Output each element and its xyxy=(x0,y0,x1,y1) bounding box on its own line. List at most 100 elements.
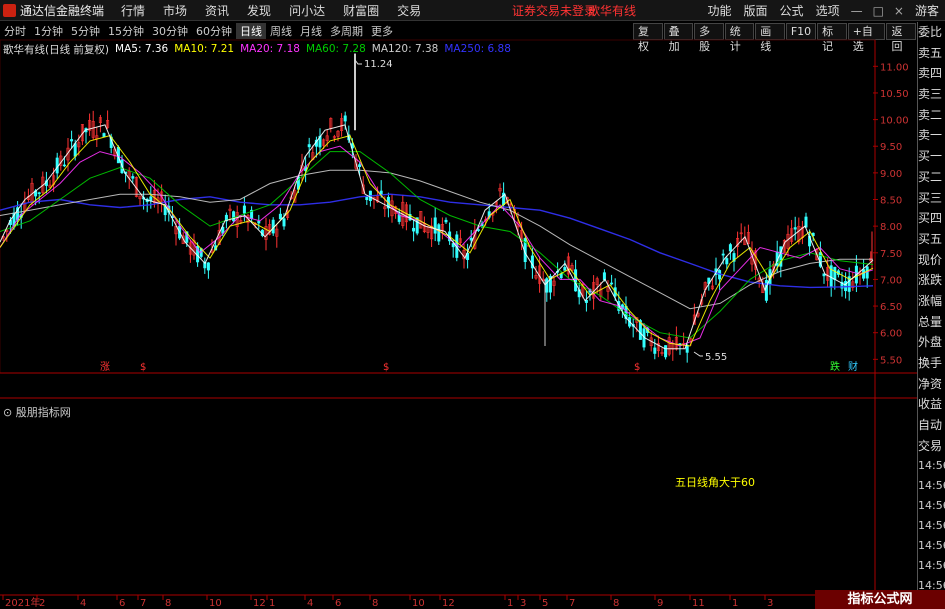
candlestick xyxy=(412,219,416,242)
quote-label: 涨跌 xyxy=(918,273,943,288)
candlestick xyxy=(106,110,110,130)
indicator-panel-title: ⊙ 殷朋指标网 xyxy=(3,406,71,419)
candlestick xyxy=(138,195,142,206)
price-tick-label: 6.00 xyxy=(880,329,902,340)
date-tick-label: 1 xyxy=(507,598,513,609)
candlestick xyxy=(800,220,804,245)
date-tick-label: 10 xyxy=(209,598,222,609)
candlestick xyxy=(98,114,102,133)
quote-label: 涨幅 xyxy=(918,293,943,308)
price-tick-label: 11.00 xyxy=(880,62,909,73)
trade-time: 14:56 xyxy=(918,459,945,473)
candlestick xyxy=(858,267,862,285)
candlestick xyxy=(257,214,261,230)
candlestick xyxy=(242,196,246,222)
trade-time: 14:56 xyxy=(918,479,945,493)
quote-label[interactable]: 自动 xyxy=(918,415,945,436)
date-tick-label: 2 xyxy=(39,598,45,609)
quote-label: 卖一 xyxy=(918,128,943,143)
date-tick-label: 5 xyxy=(542,598,548,609)
candlestick xyxy=(91,110,95,141)
candlestick xyxy=(653,338,657,360)
candlestick xyxy=(88,113,92,136)
date-axis: 2021年2 4 6 7 8 10 12 1 4 6 8 10 12 1 3 5 7 8 9 11 1 3 xyxy=(2,595,773,609)
quote-label: 卖二 xyxy=(918,107,943,122)
quote-label: 买三 xyxy=(918,190,943,205)
event-marker: $ xyxy=(634,362,640,373)
candlestick xyxy=(332,134,336,142)
indicator-condition-text: 五日线角大于60 xyxy=(675,476,755,489)
event-marker: 财 xyxy=(848,360,858,373)
candlestick xyxy=(584,290,588,312)
quote-label: 买五 xyxy=(918,231,943,246)
price-tick-label: 9.00 xyxy=(880,169,902,180)
quote-label: 买二 xyxy=(918,169,943,184)
date-tick-label: 4 xyxy=(80,598,86,609)
date-tick-label: 1 xyxy=(732,598,738,609)
candlestick xyxy=(664,345,668,360)
ma60-line xyxy=(0,151,874,339)
date-tick-label: 3 xyxy=(520,598,526,609)
candlestick xyxy=(203,257,207,274)
candlestick xyxy=(674,326,678,351)
date-tick-label: 12 xyxy=(253,598,266,609)
trade-time: 14:56 xyxy=(918,519,945,533)
watermark: 指标公式网 xyxy=(815,590,945,609)
candlestick xyxy=(264,217,268,251)
event-markers: 涨 $ $ $ 跌财 xyxy=(100,360,858,373)
date-tick-label: 12 xyxy=(442,598,455,609)
kline-chart[interactable]: 11.00 10.50 10.00 9.50 9.00 8.50 8.00 7.50 7.00 6… xyxy=(0,0,917,609)
ma20-line xyxy=(0,145,874,347)
candlestick xyxy=(206,262,210,279)
candlestick xyxy=(246,213,250,232)
candlestick xyxy=(498,183,502,197)
candlestick xyxy=(278,207,282,220)
candlestick xyxy=(552,275,556,297)
candlestick xyxy=(458,229,462,245)
trade-time: 14:56 xyxy=(918,539,945,553)
date-tick-label: 6 xyxy=(119,598,125,609)
ma5-line xyxy=(0,124,874,350)
candlestick xyxy=(822,273,826,284)
trade-time: 14:56 xyxy=(918,499,945,513)
candlestick xyxy=(163,194,167,222)
candlestick xyxy=(386,192,390,218)
candlestick xyxy=(566,252,570,279)
indicator-toggle-icon[interactable]: ⊙ xyxy=(3,406,12,419)
quote-label[interactable]: 交易 xyxy=(918,436,945,457)
date-tick-label: 9 xyxy=(657,598,663,609)
quote-label: 现价 xyxy=(918,252,943,267)
candlestick xyxy=(365,196,369,205)
candlestick xyxy=(448,222,452,245)
candlestick xyxy=(307,137,311,158)
quote-side-panel: 委比 卖五 卖四 卖三 卖二 卖一 买一 买二 买三 买四 买五 现价 涨跌 涨幅 总量 外盘 换手 净资 收益 自动… xyxy=(917,22,945,609)
candlestick xyxy=(660,348,664,356)
candlestick xyxy=(833,266,837,290)
ma10-line xyxy=(0,135,874,347)
quote-label: 外盘 xyxy=(918,335,943,350)
high-annotation: 11.24 xyxy=(354,59,393,70)
quote-label: 买一 xyxy=(918,149,943,164)
date-tick-label: 7 xyxy=(569,598,575,609)
candlestick xyxy=(235,205,239,238)
candlestick xyxy=(667,332,671,357)
price-tick-label: 10.50 xyxy=(880,89,909,100)
candlestick xyxy=(685,344,689,363)
candlestick xyxy=(793,216,797,241)
quote-label: 总量 xyxy=(918,314,943,329)
candlestick xyxy=(440,217,444,240)
quote-label: 收益 xyxy=(918,397,943,412)
price-axis: 11.00 10.50 10.00 9.50 9.00 8.50 8.00 7.50 7.00 6… xyxy=(873,62,909,366)
candlestick xyxy=(577,282,581,305)
price-tick-label: 6.50 xyxy=(880,302,902,313)
candlestick xyxy=(433,207,437,242)
candlestick xyxy=(131,173,135,183)
candlestick xyxy=(862,259,866,282)
quote-label: 净资 xyxy=(918,376,943,391)
price-tick-label: 5.50 xyxy=(880,355,902,366)
candlestick xyxy=(430,217,434,247)
candlestick xyxy=(743,226,747,246)
price-tick-label: 8.50 xyxy=(880,196,902,207)
event-marker: 跌 xyxy=(830,360,840,373)
date-tick-label: 6 xyxy=(335,598,341,609)
